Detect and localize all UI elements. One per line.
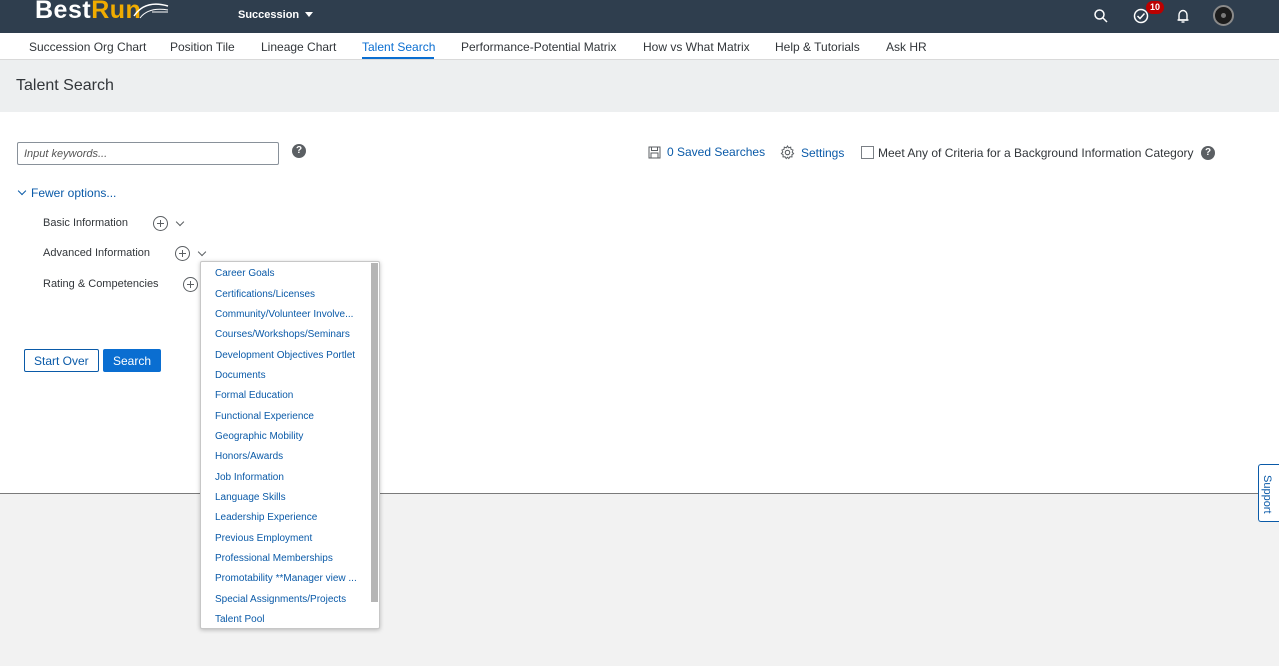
chevron-down-icon: [17, 186, 27, 196]
support-label: Support: [1261, 475, 1273, 514]
advanced-information-chevron-icon[interactable]: [197, 247, 207, 257]
dropdown-scrollbar[interactable]: [371, 263, 378, 602]
tab-help-tutorials[interactable]: Help & Tutorials: [775, 40, 860, 54]
tab-succession-org-chart[interactable]: Succession Org Chart: [29, 40, 146, 54]
dropdown-item-certifications-licenses[interactable]: Certifications/Licenses: [215, 289, 315, 300]
dropdown-item-development-objectives[interactable]: Development Objectives Portlet: [215, 350, 355, 361]
notification-badge: 10: [1146, 1, 1164, 14]
basic-information-label: Basic Information: [43, 217, 128, 229]
page-title: Talent Search: [16, 77, 114, 94]
user-avatar[interactable]: [1213, 5, 1234, 26]
meet-any-help-icon[interactable]: ?: [1201, 146, 1215, 160]
logo-text-main: Best: [35, 0, 92, 24]
caret-down-icon: [305, 12, 314, 17]
module-switcher[interactable]: Succession: [238, 9, 314, 21]
gear-icon: [780, 145, 795, 160]
dropdown-item-language-skills[interactable]: Language Skills: [215, 492, 286, 503]
active-tab-indicator: [362, 57, 434, 59]
dropdown-item-geographic-mobility[interactable]: Geographic Mobility: [215, 431, 303, 442]
dropdown-item-special-assignments[interactable]: Special Assignments/Projects: [215, 594, 346, 605]
settings-label: Settings: [801, 146, 845, 160]
tab-position-tile[interactable]: Position Tile: [170, 40, 235, 54]
meet-any-checkbox[interactable]: [861, 146, 874, 159]
save-icon: [648, 146, 661, 159]
keyword-help-icon[interactable]: ?: [292, 144, 306, 158]
saved-searches-link[interactable]: 0 Saved Searches: [648, 145, 765, 159]
dropdown-item-documents[interactable]: Documents: [215, 370, 266, 381]
dropdown-item-talent-pool[interactable]: Talent Pool: [215, 614, 264, 625]
keyword-search-input[interactable]: [17, 142, 279, 165]
tab-performance-potential-matrix[interactable]: Performance-Potential Matrix: [461, 40, 616, 54]
dropdown-item-courses-workshops[interactable]: Courses/Workshops/Seminars: [215, 329, 350, 340]
meet-any-label: Meet Any of Criteria for a Background In…: [878, 146, 1194, 160]
module-label: Succession: [238, 9, 300, 21]
logo-swoosh-icon: [133, 3, 169, 19]
bell-icon[interactable]: [1174, 7, 1192, 25]
tab-how-vs-what-matrix[interactable]: How vs What Matrix: [643, 40, 750, 54]
search-button[interactable]: Search: [103, 349, 162, 372]
dropdown-item-promotability[interactable]: Promotability **Manager view ...: [215, 573, 357, 584]
add-rating-competencies-icon[interactable]: [183, 277, 198, 292]
saved-searches-label: 0 Saved Searches: [667, 145, 766, 159]
dropdown-item-job-information[interactable]: Job Information: [215, 472, 284, 483]
bestrun-logo[interactable]: BestRun: [35, 0, 141, 25]
basic-information-chevron-icon[interactable]: [175, 217, 185, 227]
dropdown-item-community-volunteer[interactable]: Community/Volunteer Involve...: [215, 309, 353, 320]
page-header: Talent Search: [0, 60, 1279, 112]
fewer-options-toggle[interactable]: Fewer options...: [17, 186, 117, 200]
dropdown-item-formal-education[interactable]: Formal Education: [215, 390, 293, 401]
tab-lineage-chart[interactable]: Lineage Chart: [261, 40, 336, 54]
dropdown-item-honors-awards[interactable]: Honors/Awards: [215, 451, 283, 462]
dropdown-item-career-goals[interactable]: Career Goals: [215, 268, 274, 279]
rating-competencies-label: Rating & Competencies: [43, 278, 159, 290]
shell-bar: BestRun Succession 10: [0, 0, 1279, 33]
dropdown-item-previous-employment[interactable]: Previous Employment: [215, 533, 312, 544]
dropdown-item-professional-memberships[interactable]: Professional Memberships: [215, 553, 333, 564]
start-over-button[interactable]: Start Over: [24, 349, 99, 372]
dropdown-item-functional-experience[interactable]: Functional Experience: [215, 411, 314, 422]
advanced-information-label: Advanced Information: [43, 247, 151, 259]
add-advanced-information-icon[interactable]: [175, 246, 190, 261]
tab-bar: Succession Org Chart Position Tile Linea…: [0, 33, 1279, 60]
tab-ask-hr[interactable]: Ask HR: [886, 40, 927, 54]
tab-talent-search[interactable]: Talent Search: [362, 40, 435, 54]
support-tab[interactable]: Support: [1258, 464, 1279, 522]
advanced-information-dropdown[interactable]: Career Goals Certifications/Licenses Com…: [200, 261, 380, 629]
fewer-options-label: Fewer options...: [31, 186, 117, 200]
search-icon[interactable]: [1092, 7, 1110, 25]
search-panel: ? 0 Saved Searches Settings Meet Any of …: [0, 112, 1279, 494]
dropdown-item-leadership-experience[interactable]: Leadership Experience: [215, 512, 317, 523]
settings-link[interactable]: Settings: [780, 145, 844, 160]
add-basic-information-icon[interactable]: [153, 216, 168, 231]
